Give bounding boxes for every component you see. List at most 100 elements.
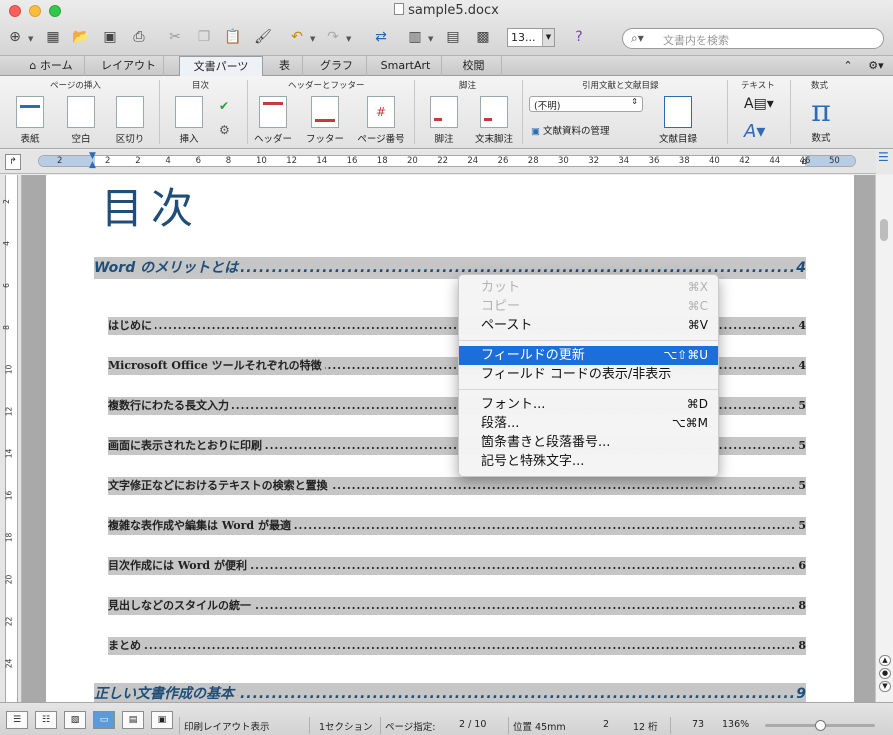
cover-button[interactable]: 表紙 <box>4 96 56 145</box>
update-toc-icon[interactable]: ✔ <box>219 99 229 113</box>
gallery-icon[interactable]: ▦ <box>42 26 64 48</box>
chevron-down-icon[interactable]: ▼ <box>346 35 351 43</box>
zoom-select[interactable]: 13... ▼ <box>507 28 555 47</box>
column-indicator: 12 桁 <box>633 722 658 733</box>
endnote-button[interactable]: 文末脚注 <box>468 96 520 145</box>
tab-chart[interactable]: グラフ <box>307 56 367 76</box>
toc-entry-level2[interactable]: ........................................… <box>108 477 806 495</box>
page-number-button[interactable]: # ページ番号 <box>351 96 411 145</box>
print-layout-view-button[interactable]: ▭ <box>93 711 115 729</box>
table-icon[interactable]: ▤ <box>442 26 464 48</box>
word-count[interactable]: 73 <box>692 719 704 730</box>
browse-object-icon[interactable]: ● <box>879 668 891 679</box>
vertical-scrollbar[interactable]: ▲ ● ▼ <box>875 175 893 702</box>
bibliography-style-select[interactable]: (不明) ⇕ <box>529 96 643 112</box>
wordart-icon[interactable]: A▾ <box>744 121 765 142</box>
footnote-button[interactable]: 脚注 <box>418 96 470 145</box>
menu-item[interactable]: フィールドの更新 ⌥⇧⌘U <box>459 346 718 365</box>
chevron-down-icon[interactable]: ▼ <box>310 35 315 43</box>
tab-review[interactable]: 校閲 <box>446 56 502 76</box>
header-button[interactable]: ヘッダー <box>247 96 299 145</box>
equation-button[interactable]: π 数式 <box>795 94 847 144</box>
menu-item[interactable]: フィールド コードの表示/非表示 <box>459 365 718 384</box>
menu-item-label: フィールドの更新 <box>481 348 585 363</box>
help-icon[interactable]: ? <box>568 26 590 48</box>
zoom-slider[interactable] <box>765 720 875 731</box>
tab-document-parts[interactable]: 文書パーツ <box>179 56 263 77</box>
break-button[interactable]: 区切り <box>104 96 156 145</box>
previous-page-icon[interactable]: ▲ <box>879 655 891 666</box>
print-icon[interactable]: ⎙ <box>128 26 150 48</box>
toc-entry-level2[interactable]: ........................................… <box>108 557 806 575</box>
horizontal-ruler[interactable]: 2 2 2 4 6 8 10 12 14 16 18 20 22 24 26 28 30 32 34 36 38 40 42… <box>38 152 856 170</box>
fullscreen-view-button[interactable]: ▣ <box>151 711 173 729</box>
menu-item[interactable]: コピー ⌘C <box>459 297 718 316</box>
ruler-number: 6 <box>195 156 202 166</box>
chevron-down-icon[interactable]: ▼ <box>428 35 433 43</box>
chevron-down-icon[interactable]: ▼ <box>28 35 33 43</box>
menu-item[interactable]: 記号と特殊文字... <box>459 452 718 471</box>
tab-home[interactable]: ⌂ ホーム <box>18 56 85 76</box>
bibliography-button[interactable]: 文献目録 <box>648 96 708 145</box>
vruler-number: 8 <box>1 325 11 330</box>
redo-icon[interactable]: ↷ <box>322 26 344 48</box>
save-icon[interactable]: ▣ <box>99 26 121 48</box>
tab-smartart[interactable]: SmartArt <box>370 56 442 76</box>
toc-page-number: 5 <box>798 439 806 452</box>
format-painter-icon[interactable]: 🖌 <box>252 26 274 48</box>
text-box-icon[interactable]: A▤▾ <box>744 96 774 112</box>
next-page-icon[interactable]: ▼ <box>879 681 891 692</box>
search-input[interactable]: ⌕▾ 文書内を検索 <box>622 28 884 49</box>
toc-entry-level1[interactable]: ........................................… <box>94 683 806 702</box>
menu-item[interactable]: フォント... ⌘D <box>459 395 718 414</box>
collapse-ribbon-icon[interactable]: ⌃ <box>838 56 858 76</box>
media-icon[interactable]: ▩ <box>472 26 494 48</box>
gear-icon[interactable]: ⚙▾ <box>862 56 890 76</box>
ruler-number: 2 <box>57 156 63 166</box>
notebook-view-button[interactable]: ▤ <box>122 711 144 729</box>
menu-item[interactable]: 段落... ⌥⌘M <box>459 414 718 433</box>
copy-icon[interactable]: ❐ <box>193 26 215 48</box>
footer-button[interactable]: フッター <box>299 96 351 145</box>
citation-manager-button[interactable]: ▣ 文献資料の管理 <box>531 123 610 137</box>
paste-icon[interactable]: 📋 <box>222 26 244 48</box>
menu-item[interactable]: ペースト ⌘V <box>459 316 718 335</box>
vertical-ruler[interactable]: 2 4 6 8 10 12 14 16 18 20 22 24 <box>0 175 22 702</box>
scroll-thumb[interactable] <box>880 219 888 241</box>
new-document-icon[interactable]: ⊕ <box>4 26 26 48</box>
tab-stop-selector[interactable]: ↱ <box>5 154 21 170</box>
zoom-slider-knob[interactable] <box>815 720 826 731</box>
toc-options-icon[interactable]: ⚙ <box>219 123 230 137</box>
open-icon[interactable]: 📂 <box>70 26 92 48</box>
toc-entry-level2[interactable]: ........................................… <box>108 637 806 655</box>
page[interactable]: 目次 .....................................… <box>46 175 854 702</box>
toggle-sidebar-icon[interactable]: ⇄ <box>370 26 392 48</box>
menu-item-label: 記号と特殊文字... <box>481 454 585 469</box>
menu-item[interactable]: 箇条書きと段落番号... <box>459 433 718 452</box>
right-indent-marker[interactable]: ⌂ <box>801 157 807 167</box>
toc-entry-level2[interactable]: ........................................… <box>108 597 806 615</box>
undo-icon[interactable]: ↶ <box>286 26 308 48</box>
toc-entry-level2[interactable]: ........................................… <box>108 517 806 535</box>
toc-page-number: 4 <box>796 260 806 276</box>
publishing-view-button[interactable]: ▧ <box>64 711 86 729</box>
tab-table[interactable]: 表 <box>267 56 303 76</box>
outline-view-button[interactable]: ☷ <box>35 711 57 729</box>
toc-insert-button[interactable]: 挿入 <box>163 96 215 145</box>
indent-marker[interactable]: ▼ ▲ <box>89 152 97 170</box>
view-label: 印刷レイアウト表示 <box>184 722 270 733</box>
tab-layout[interactable]: レイアウト <box>94 56 164 76</box>
document-canvas[interactable]: 目次 .....................................… <box>22 175 875 702</box>
ruler-left-margin <box>39 156 95 166</box>
blank-page-button[interactable]: 空白 <box>55 96 107 145</box>
context-menu[interactable]: カット ⌘X コピー ⌘C ペースト ⌘V フィールドの更新 ⌥⇧⌘U フィールド コードの表示… <box>458 274 719 477</box>
draft-view-button[interactable]: ☰ <box>6 711 28 729</box>
header-icon <box>259 96 287 128</box>
title-toolbar-area: sample5.docx ⊕ ▼ ▦ 📂 ▣ ⎙ ✂ ❐ 📋 🖌 ↶ ▼ ↷ ▼ ⇄ … <box>0 0 893 56</box>
toc-heading: 目次 <box>101 184 202 233</box>
page-indicator[interactable]: 2 / 10 <box>459 719 486 730</box>
view-icon[interactable]: ▥ <box>404 26 426 48</box>
menu-item[interactable]: カット ⌘X <box>459 278 718 297</box>
cut-icon[interactable]: ✂ <box>164 26 186 48</box>
ruler-toggle[interactable]: ☰ <box>876 150 893 174</box>
